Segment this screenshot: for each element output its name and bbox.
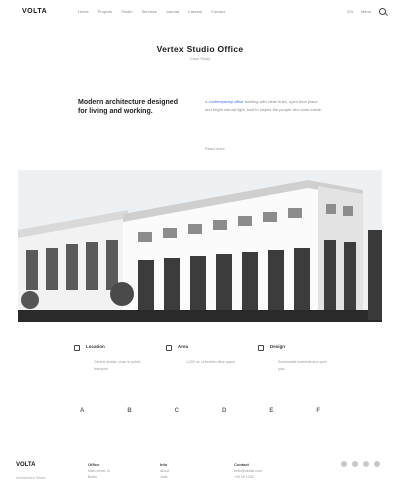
partner-logos: A B C D E F bbox=[80, 408, 320, 414]
top-nav: VOLTA Home Projects Studio Services Jour… bbox=[0, 0, 400, 24]
feature-item: Design Sustainable materials and open pl… bbox=[258, 344, 334, 373]
footer-line: Berlin bbox=[88, 475, 97, 479]
feature-title: Area bbox=[178, 344, 189, 349]
social-icon[interactable] bbox=[374, 461, 380, 467]
footer-col-title: Info bbox=[160, 462, 168, 467]
intro-heading: Modern architecture designed for living … bbox=[78, 99, 178, 115]
social-icon[interactable] bbox=[363, 461, 369, 467]
footer-link[interactable]: About bbox=[160, 469, 169, 473]
language-switch[interactable]: EN bbox=[347, 9, 353, 14]
partner-logo: A bbox=[80, 408, 85, 414]
feature-title: Location bbox=[86, 344, 105, 349]
feature-desc: 4,200 m² of flexible office space bbox=[186, 360, 236, 364]
footer-col-title: Contact bbox=[234, 462, 249, 467]
square-icon bbox=[166, 345, 172, 351]
footer-email[interactable]: hello@studio.com bbox=[234, 469, 262, 473]
footer-col-info: Info About Jobs bbox=[160, 462, 169, 480]
feature-item: Location Central district, close to publ… bbox=[74, 344, 150, 373]
feature-desc: Central district, close to public transp… bbox=[94, 360, 141, 371]
footer-logo[interactable]: VOLTA bbox=[16, 462, 35, 468]
page-subtitle: Case Study bbox=[189, 56, 211, 61]
partner-logo: D bbox=[221, 408, 227, 414]
footer-phone[interactable]: +49 30 1234 bbox=[234, 475, 254, 479]
page-title: Vertex Studio Office bbox=[156, 44, 244, 54]
intro-text: A contemporary office building with clea… bbox=[205, 98, 323, 114]
nav-link-services[interactable]: Services bbox=[141, 9, 156, 14]
partner-logo: B bbox=[127, 408, 132, 414]
square-icon bbox=[74, 345, 80, 351]
features-row: Location Central district, close to publ… bbox=[74, 344, 334, 373]
partner-logo: E bbox=[269, 408, 274, 414]
nav-links: Home Projects Studio Services Journal Ca… bbox=[78, 9, 225, 14]
footer: VOLTA Architecture Studio Office Main st… bbox=[0, 456, 400, 500]
read-more-link[interactable]: Read more bbox=[205, 146, 225, 151]
building-photo bbox=[18, 170, 382, 322]
nav-link-contact[interactable]: Contact bbox=[211, 9, 225, 14]
partner-logo: F bbox=[316, 408, 320, 414]
footer-col-title: Office bbox=[88, 462, 100, 467]
site-logo[interactable]: VOLTA bbox=[22, 8, 47, 15]
footer-col-office: Office Main street 12 Berlin bbox=[88, 462, 110, 480]
search-icon[interactable] bbox=[379, 8, 386, 15]
feature-item: Area 4,200 m² of flexible office space bbox=[166, 344, 242, 373]
social-links bbox=[341, 461, 380, 467]
nav-right: EN Menu bbox=[347, 8, 386, 15]
square-icon bbox=[258, 345, 264, 351]
feature-title: Design bbox=[270, 344, 286, 349]
nav-link-careers[interactable]: Careers bbox=[188, 9, 202, 14]
partner-logo: C bbox=[174, 408, 179, 414]
footer-link[interactable]: Jobs bbox=[160, 475, 167, 479]
building-illustration bbox=[18, 170, 382, 322]
footer-col-contact: Contact hello@studio.com +49 30 1234 bbox=[234, 462, 262, 480]
nav-link-home[interactable]: Home bbox=[78, 9, 89, 14]
menu-link[interactable]: Menu bbox=[361, 9, 371, 14]
nav-link-studio[interactable]: Studio bbox=[121, 9, 132, 14]
nav-link-journal[interactable]: Journal bbox=[166, 9, 179, 14]
social-icon[interactable] bbox=[341, 461, 347, 467]
footer-tagline: Architecture Studio bbox=[16, 476, 46, 480]
footer-line: Main street 12 bbox=[88, 469, 111, 473]
nav-link-projects[interactable]: Projects bbox=[98, 9, 112, 14]
feature-desc: Sustainable materials and open plan bbox=[278, 360, 328, 371]
social-icon[interactable] bbox=[352, 461, 358, 467]
intro-text-highlight[interactable]: contemporary office bbox=[209, 99, 244, 104]
